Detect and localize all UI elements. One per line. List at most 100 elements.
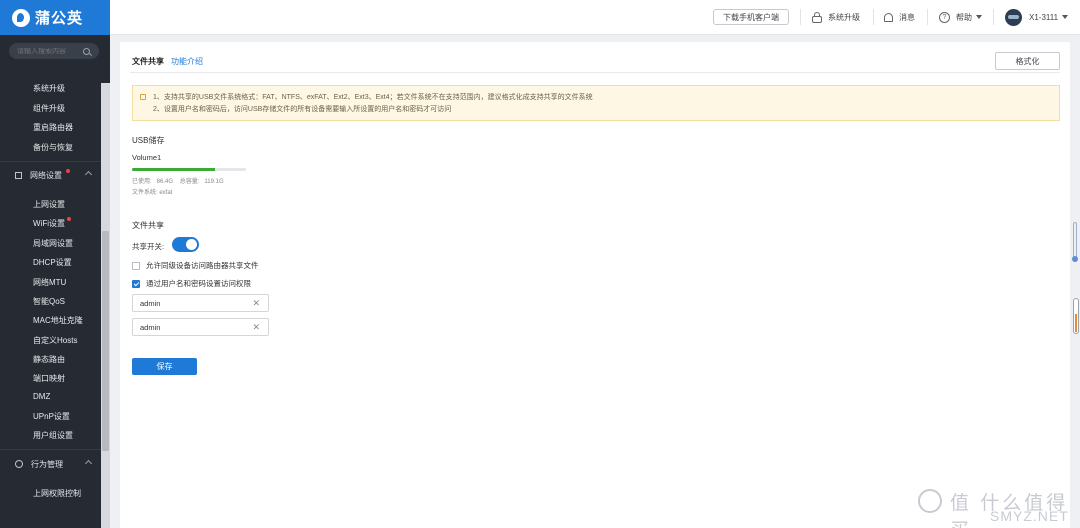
help-menu[interactable]: ? 帮助 <box>939 8 982 26</box>
password-field[interactable]: ✕ <box>132 318 269 336</box>
sidebar-item-mtu[interactable]: 网络MTU <box>33 277 66 288</box>
notification-dot <box>67 217 71 221</box>
sidebar-item-upnp[interactable]: UPnP设置 <box>33 411 70 422</box>
volume-name: Volume1 <box>132 153 162 162</box>
file-sharing-heading: 文件共享 <box>132 221 164 230</box>
sidebar-group-network[interactable]: 网络设置 <box>0 164 101 186</box>
device-menu[interactable]: X1-3111 <box>1005 8 1069 26</box>
search-icon[interactable] <box>83 47 90 55</box>
sidebar-item-backup[interactable]: 备份与恢复 <box>33 142 73 153</box>
sidebar-item-internet[interactable]: 上网设置 <box>33 199 65 210</box>
header-divider <box>873 9 874 25</box>
save-button[interactable]: 保存 <box>132 358 197 375</box>
header-divider <box>927 9 928 25</box>
sidebar-item-hosts[interactable]: 自定义Hosts <box>33 335 77 346</box>
dandelion-logo-icon <box>12 8 30 27</box>
filesystem-label: 文件系统: <box>132 190 158 196</box>
sidebar-item-mac-clone[interactable]: MAC地址克隆 <box>33 315 83 326</box>
sidebar-item-dmz[interactable]: DMZ <box>33 392 50 401</box>
messages-button[interactable]: 消息 <box>884 8 915 26</box>
sidebar-search[interactable] <box>9 43 99 59</box>
chevron-up-icon <box>84 459 93 468</box>
download-app-button[interactable]: 下载手机客户端 <box>713 9 789 25</box>
notice-line-1: 1、支持共享的USB文件系统格式：FAT、NTFS、exFAT、Ext2、Ext… <box>153 94 593 101</box>
sidebar-item-lan[interactable]: 局域网设置 <box>33 238 73 249</box>
behavior-group-label: 行为管理 <box>31 459 63 469</box>
allow-lan-option[interactable]: 允许同级设备访问路由器共享文件 <box>132 260 259 271</box>
filesystem-value: exfat <box>159 190 173 196</box>
total-value: 119.1G <box>204 179 224 185</box>
file-sharing-panel: 文件共享 功能介绍 格式化 1、支持共享的USB文件系统格式：FAT、NTFS、… <box>120 42 1070 528</box>
sidebar-item-qos[interactable]: 智能QoS <box>33 296 65 307</box>
username-field[interactable]: ✕ <box>132 294 269 312</box>
header-divider <box>993 9 994 25</box>
notice-line-2: 2、设置用户名和密码后，访问USB存储文件的所有设备需要输入所设置的用户名和密码… <box>153 106 452 113</box>
search-input[interactable] <box>17 47 83 55</box>
title-divider <box>130 72 1060 73</box>
clear-icon[interactable]: ✕ <box>252 323 260 332</box>
notice-box: 1、支持共享的USB文件系统格式：FAT、NTFS、exFAT、Ext2、Ext… <box>132 85 1060 121</box>
notification-dot <box>66 169 70 173</box>
username-input[interactable] <box>140 298 250 308</box>
help-label: 帮助 <box>956 12 972 22</box>
watermark-subtext: SMYZ.NET <box>990 508 1069 524</box>
help-icon: ? <box>939 11 950 23</box>
sidebar-item-component-upgrade[interactable]: 组件升级 <box>33 103 65 114</box>
sidebar-item-wifi[interactable]: WiFi设置 <box>33 218 65 229</box>
network-group-label: 网络设置 <box>30 170 62 180</box>
storage-usage-text: 已使用: 86.4G 总容量: 119.1G <box>132 176 229 185</box>
sidebar: 系统升级 组件升级 重启路由器 备份与恢复 网络设置 上网设置 WiFi设置 局… <box>0 35 110 528</box>
auth-label: 通过用户名和密码设置访问权限 <box>146 279 251 288</box>
sidebar-item-user-groups[interactable]: 用户组设置 <box>33 430 73 441</box>
total-label: 总容量: <box>179 179 200 185</box>
used-label: 已使用: <box>132 179 152 185</box>
system-upgrade-button[interactable]: 系统升级 <box>812 8 860 26</box>
brand-logo[interactable]: 蒲公英 <box>0 0 110 35</box>
sidebar-divider <box>0 449 101 450</box>
storage-usage-bar <box>132 168 246 171</box>
storage-usage-fill <box>132 168 215 171</box>
chevron-up-icon <box>84 170 93 179</box>
sidebar-item-system-upgrade[interactable]: 系统升级 <box>33 83 65 94</box>
allow-lan-checkbox[interactable] <box>132 261 140 270</box>
share-toggle[interactable] <box>172 237 199 252</box>
lock-icon <box>812 11 822 23</box>
clear-icon[interactable]: ✕ <box>252 299 260 308</box>
auth-checkbox[interactable] <box>132 279 140 288</box>
filesystem-text: 文件系统: exfat <box>132 187 172 196</box>
behavior-management-icon <box>15 460 23 468</box>
allow-lan-label: 允许同级设备访问路由器共享文件 <box>146 261 259 270</box>
router-avatar <box>1005 8 1022 26</box>
page-title: 文件共享 <box>132 57 164 66</box>
sidebar-item-reboot[interactable]: 重启路由器 <box>33 122 73 133</box>
device-name: X1-3111 <box>1029 12 1059 22</box>
format-button[interactable]: 格式化 <box>995 52 1060 70</box>
sidebar-scrollbar-thumb[interactable] <box>102 231 109 451</box>
chevron-down-icon <box>1062 15 1069 19</box>
sidebar-item-static-route[interactable]: 静态路由 <box>33 354 65 365</box>
bell-icon <box>884 12 893 22</box>
sidebar-item-dhcp[interactable]: DHCP设置 <box>33 257 72 268</box>
share-switch-label: 共享开关: <box>132 242 165 251</box>
sidebar-group-behavior[interactable]: 行为管理 <box>0 453 101 475</box>
sidebar-item-access-control[interactable]: 上网权限控制 <box>33 488 81 499</box>
logo-text: 蒲公英 <box>35 10 84 27</box>
password-input[interactable] <box>140 322 250 332</box>
sidebar-divider <box>0 161 101 162</box>
usb-storage-heading: USB储存 <box>132 136 165 145</box>
page-title-row: 文件共享 功能介绍 <box>132 56 203 67</box>
sidebar-item-port-forward[interactable]: 端口映射 <box>33 373 65 384</box>
page-scroll-indicator[interactable] <box>1073 298 1079 334</box>
page-slider[interactable] <box>1072 222 1078 262</box>
auth-option[interactable]: 通过用户名和密码设置访问权限 <box>132 278 251 289</box>
system-upgrade-label: 系统升级 <box>828 12 860 22</box>
network-settings-icon <box>15 171 22 179</box>
top-header: 蒲公英 下载手机客户端 系统升级 消息 ? 帮助 X1-3111 <box>0 0 1080 35</box>
info-icon <box>140 94 146 100</box>
chevron-down-icon <box>976 15 982 19</box>
watermark-logo-icon <box>918 489 942 513</box>
used-value: 86.4G <box>156 179 174 185</box>
header-divider <box>800 9 801 25</box>
feature-intro-link[interactable]: 功能介绍 <box>171 56 203 67</box>
messages-label: 消息 <box>899 12 915 22</box>
